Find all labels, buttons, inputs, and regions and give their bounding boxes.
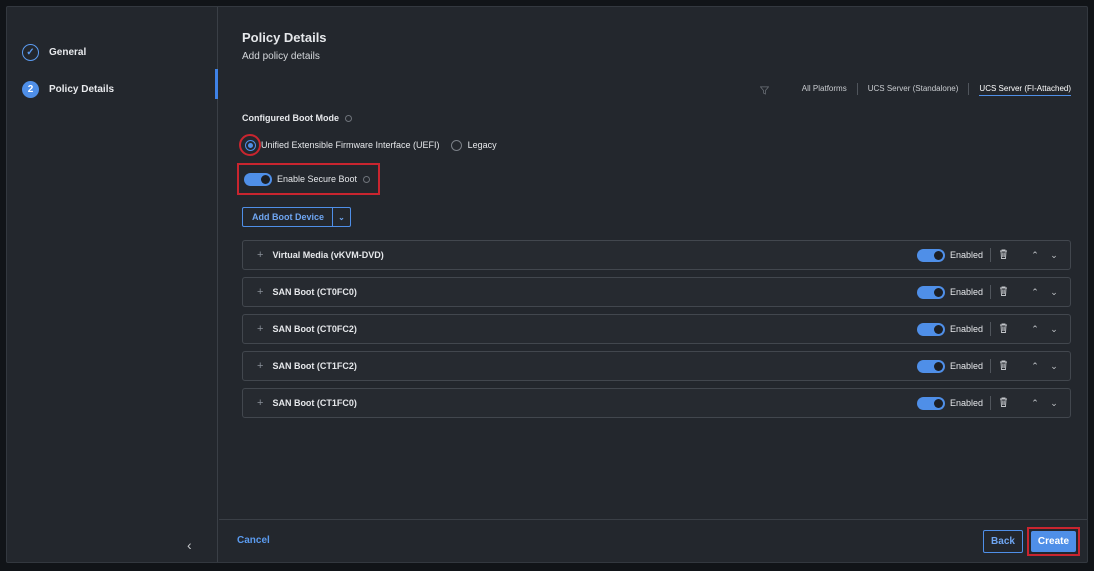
platform-tabs: All Platforms UCS Server (Standalone) UC… bbox=[792, 82, 1071, 96]
filter-icon[interactable] bbox=[759, 82, 770, 100]
add-boot-device-label[interactable]: Add Boot Device bbox=[243, 208, 334, 226]
move-up-icon[interactable]: ⌃ bbox=[1028, 324, 1042, 335]
boot-device-name: SAN Boot (CT1FC2) bbox=[272, 361, 357, 371]
boot-mode-label: Configured Boot Mode bbox=[242, 113, 339, 123]
step-general-label: General bbox=[49, 46, 87, 58]
boot-device-name: Virtual Media (vKVM-DVD) bbox=[272, 250, 384, 260]
tab-divider bbox=[968, 83, 970, 95]
create-button-highlight: Create bbox=[1027, 527, 1080, 556]
boot-device-row[interactable]: + SAN Boot (CT0FC2) Enabled ⌃ ⌄ bbox=[242, 314, 1071, 344]
boot-mode-heading: Configured Boot Mode bbox=[242, 113, 352, 123]
tab-all-platforms[interactable]: All Platforms bbox=[792, 82, 857, 96]
uefi-radio-label[interactable]: Unified Extensible Firmware Interface (U… bbox=[261, 140, 440, 150]
boot-mode-radio-group: Unified Extensible Firmware Interface (U… bbox=[239, 134, 497, 156]
device-enabled-toggle[interactable] bbox=[916, 248, 945, 262]
secure-boot-toggle[interactable] bbox=[244, 172, 272, 186]
divider bbox=[990, 248, 991, 262]
move-down-icon[interactable]: ⌄ bbox=[1047, 287, 1061, 298]
move-up-icon[interactable]: ⌃ bbox=[1028, 398, 1042, 409]
move-down-icon[interactable]: ⌄ bbox=[1047, 250, 1061, 261]
trash-icon[interactable] bbox=[999, 397, 1008, 409]
move-down-icon[interactable]: ⌄ bbox=[1047, 361, 1061, 372]
move-up-icon[interactable]: ⌃ bbox=[1028, 287, 1042, 298]
secure-boot-highlight: Enable Secure Boot bbox=[237, 163, 380, 195]
boot-device-row[interactable]: + SAN Boot (CT1FC0) Enabled ⌃ ⌄ bbox=[242, 388, 1071, 418]
expand-plus-icon[interactable]: + bbox=[257, 397, 263, 409]
device-enabled-label: Enabled bbox=[949, 324, 983, 334]
device-enabled-label: Enabled bbox=[949, 361, 983, 371]
device-enabled-toggle[interactable] bbox=[916, 359, 945, 373]
create-button[interactable]: Create bbox=[1031, 531, 1076, 552]
step-policy-details[interactable]: 2 Policy Details bbox=[22, 79, 114, 99]
move-down-icon[interactable]: ⌄ bbox=[1047, 324, 1061, 335]
info-icon[interactable] bbox=[363, 175, 371, 183]
device-enabled-toggle[interactable] bbox=[916, 322, 945, 336]
uefi-radio[interactable] bbox=[244, 139, 256, 151]
check-icon: ✓ bbox=[22, 43, 39, 61]
expand-plus-icon[interactable]: + bbox=[257, 323, 263, 335]
page-title: Policy Details bbox=[242, 30, 327, 45]
boot-device-row[interactable]: + Virtual Media (vKVM-DVD) Enabled ⌃ ⌄ bbox=[242, 240, 1071, 270]
move-up-icon[interactable]: ⌃ bbox=[1028, 361, 1042, 372]
secure-boot-label: Enable Secure Boot bbox=[277, 174, 358, 184]
expand-plus-icon[interactable]: + bbox=[257, 360, 263, 372]
trash-icon[interactable] bbox=[999, 323, 1008, 335]
divider bbox=[990, 396, 991, 410]
divider bbox=[990, 359, 991, 373]
chevron-down-icon[interactable]: ⌄ bbox=[333, 213, 350, 222]
page-subtitle: Add policy details bbox=[242, 51, 320, 62]
wizard-footer: Cancel Back Create bbox=[219, 519, 1087, 562]
boot-device-row[interactable]: + SAN Boot (CT1FC2) Enabled ⌃ ⌄ bbox=[242, 351, 1071, 381]
device-enabled-label: Enabled bbox=[949, 250, 983, 260]
back-button[interactable]: Back bbox=[983, 530, 1023, 553]
wizard-stepper: ✓ General 2 Policy Details ‹ bbox=[7, 7, 218, 562]
cancel-button[interactable]: Cancel bbox=[237, 535, 270, 546]
legacy-radio[interactable] bbox=[450, 139, 462, 151]
boot-device-name: SAN Boot (CT0FC0) bbox=[272, 287, 357, 297]
boot-device-name: SAN Boot (CT0FC2) bbox=[272, 324, 357, 334]
uefi-radio-highlight[interactable] bbox=[239, 134, 261, 156]
trash-icon[interactable] bbox=[999, 249, 1008, 261]
info-icon[interactable] bbox=[344, 114, 352, 122]
expand-plus-icon[interactable]: + bbox=[257, 286, 263, 298]
legacy-radio-label[interactable]: Legacy bbox=[468, 140, 497, 150]
boot-device-row[interactable]: + SAN Boot (CT0FC0) Enabled ⌃ ⌄ bbox=[242, 277, 1071, 307]
expand-plus-icon[interactable]: + bbox=[257, 249, 263, 261]
device-enabled-label: Enabled bbox=[949, 398, 983, 408]
boot-device-name: SAN Boot (CT1FC0) bbox=[272, 398, 357, 408]
device-enabled-label: Enabled bbox=[949, 287, 983, 297]
wizard-window: ✓ General 2 Policy Details ‹ Policy Deta… bbox=[6, 6, 1088, 563]
step-general[interactable]: ✓ General bbox=[22, 42, 86, 62]
chevron-left-icon[interactable]: ‹ bbox=[187, 537, 192, 553]
device-enabled-toggle[interactable] bbox=[916, 285, 945, 299]
trash-icon[interactable] bbox=[999, 360, 1008, 372]
divider bbox=[990, 322, 991, 336]
device-enabled-toggle[interactable] bbox=[916, 396, 945, 410]
tab-ucs-fi-attached[interactable]: UCS Server (FI-Attached) bbox=[979, 82, 1071, 96]
divider bbox=[990, 285, 991, 299]
step-policy-details-label: Policy Details bbox=[49, 83, 115, 95]
move-up-icon[interactable]: ⌃ bbox=[1028, 250, 1042, 261]
add-boot-device-button[interactable]: Add Boot Device ⌄ bbox=[242, 207, 351, 227]
step-number: 2 bbox=[22, 80, 39, 98]
move-down-icon[interactable]: ⌄ bbox=[1047, 398, 1061, 409]
tab-ucs-standalone[interactable]: UCS Server (Standalone) bbox=[858, 82, 969, 96]
active-step-indicator bbox=[215, 69, 218, 99]
main-panel: Policy Details Add policy details All Pl… bbox=[219, 7, 1087, 562]
trash-icon[interactable] bbox=[999, 286, 1008, 298]
